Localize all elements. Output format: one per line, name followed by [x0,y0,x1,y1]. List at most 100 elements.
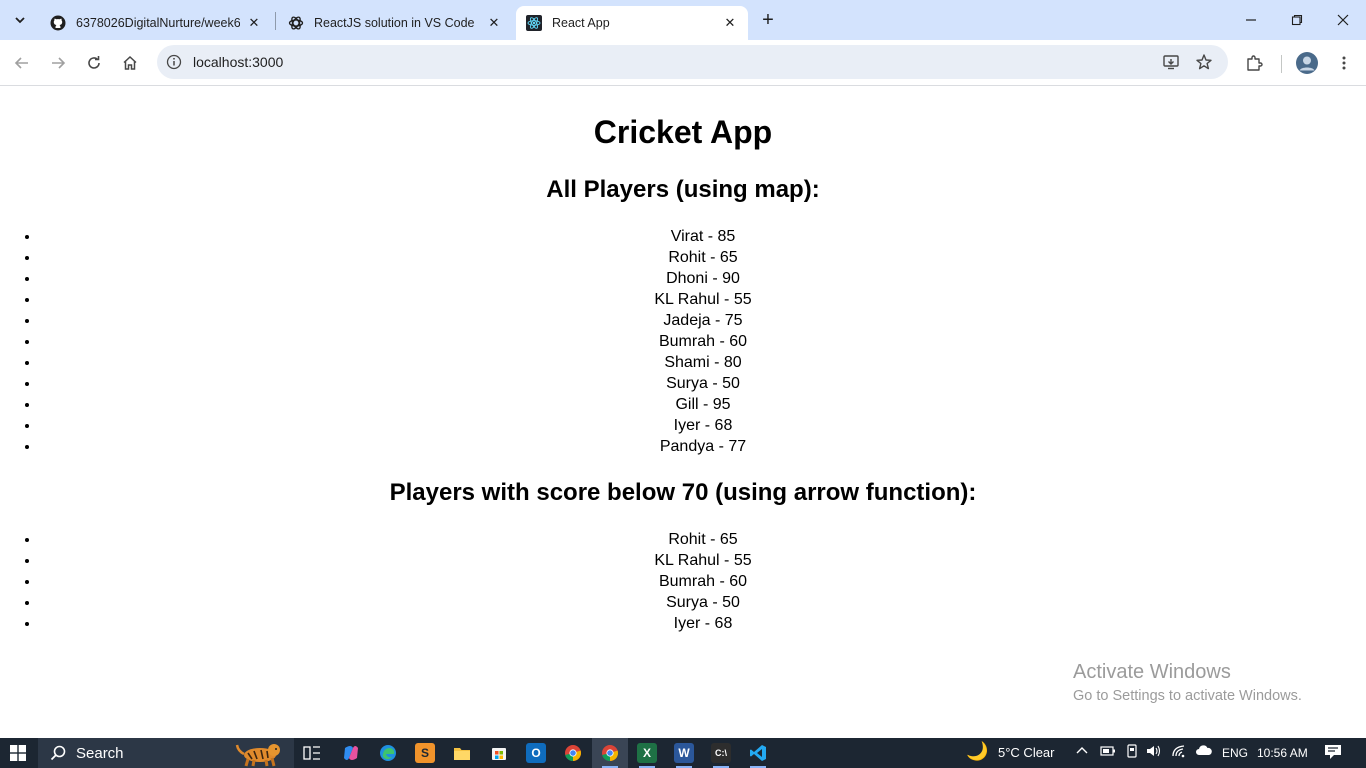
list-item: Rohit - 65 [40,247,1366,268]
windows-logo-icon [10,745,26,761]
microsoft-store-icon[interactable] [489,743,509,763]
list-item: KL Rahul - 55 [40,550,1366,571]
install-app-icon[interactable] [1161,52,1181,72]
file-explorer-icon[interactable] [452,743,472,763]
minimize-icon [1246,19,1256,21]
home-icon [123,55,137,70]
chevron-down-icon [15,17,25,24]
list-item: Bumrah - 60 [40,331,1366,352]
url-text: localhost:3000 [193,54,284,70]
chrome-icon[interactable] [563,743,583,763]
watermark-title: Activate Windows [1073,661,1231,683]
browser-menu-button[interactable] [1330,49,1358,77]
new-tab-button[interactable]: + [756,8,780,32]
all-players-heading: All Players (using map): [546,176,820,203]
tab-chatgpt[interactable]: ReactJS solution in VS Code ✕ [278,6,512,40]
close-tab-icon[interactable]: ✕ [722,15,738,31]
list-item: Gill - 95 [40,394,1366,415]
restore-button[interactable] [1274,0,1320,40]
taskbar-search[interactable]: Search [38,738,294,768]
cloud-sync-icon[interactable] [1195,744,1213,761]
windows-taskbar: Search S O X W C:\ 🌙 5°C Clear ENG 10:56… [0,738,1366,768]
arrow-left-icon [14,57,28,69]
kebab-menu-icon [1342,56,1346,70]
clock-time[interactable]: 10:56 AM [1257,746,1308,760]
list-item: Iyer - 68 [40,415,1366,436]
github-icon [50,15,66,31]
list-item: Surya - 50 [40,373,1366,394]
word-icon[interactable]: W [674,743,694,768]
close-tab-icon[interactable]: ✕ [246,15,262,31]
moon-weather-icon: 🌙 [966,741,989,761]
forward-button[interactable] [44,49,72,77]
home-button[interactable] [116,49,144,77]
tab-github[interactable]: 6378026DigitalNurture/week6R ✕ [40,6,272,40]
vscode-icon[interactable] [748,743,768,768]
tab-title: 6378026DigitalNurture/week6R [76,16,240,30]
minimize-button[interactable] [1228,0,1274,40]
reload-icon [88,56,100,69]
device-icon[interactable] [1125,744,1139,761]
page-content: Cricket App All Players (using map): Vir… [0,87,1366,738]
tab-search-button[interactable] [8,8,32,32]
react-icon [526,15,542,31]
list-item: KL Rahul - 55 [40,289,1366,310]
watermark-subtitle: Go to Settings to activate Windows. [1073,688,1302,704]
page-title: Cricket App [593,114,773,150]
list-item: Shami - 80 [40,352,1366,373]
browser-toolbar: localhost:3000 [0,40,1366,86]
extensions-button[interactable] [1240,49,1268,77]
tab-react-app[interactable]: React App ✕ [516,6,748,40]
list-item: Iyer - 68 [40,613,1366,634]
bookmark-star-icon[interactable] [1194,52,1214,72]
site-info-icon[interactable] [165,53,183,71]
task-view-icon[interactable] [302,743,322,763]
list-item: Jadeja - 75 [40,310,1366,331]
back-button[interactable] [8,49,36,77]
chevron-up-icon[interactable] [1076,744,1088,760]
plus-icon: + [762,8,774,31]
battery-icon[interactable] [1100,744,1116,760]
tab-title: ReactJS solution in VS Code [314,16,475,30]
chrome-active-icon[interactable] [600,743,620,768]
terminal-icon[interactable]: C:\ [711,743,731,768]
avatar-icon [1296,52,1318,74]
sublime-text-icon[interactable]: S [415,743,435,763]
close-window-button[interactable] [1320,0,1366,40]
excel-icon[interactable]: X [637,743,657,768]
list-item: Bumrah - 60 [40,571,1366,592]
tiger-search-highlight-icon [235,744,280,767]
tab-title: React App [552,16,610,30]
search-icon [50,745,66,761]
profile-avatar[interactable] [1293,49,1321,77]
below-70-heading: Players with score below 70 (using arrow… [389,479,977,506]
restore-icon [1291,14,1303,26]
arrow-right-icon [52,57,66,69]
all-players-list: Virat - 85 Rohit - 65 Dhoni - 90 KL Rahu… [40,226,1366,457]
notifications-icon[interactable] [1324,744,1342,763]
close-tab-icon[interactable]: ✕ [486,15,502,31]
puzzle-icon [1247,55,1263,71]
address-bar[interactable]: localhost:3000 [157,45,1228,79]
tab-strip: 6378026DigitalNurture/week6R ✕ ReactJS s… [0,0,1366,40]
volume-icon[interactable] [1146,744,1162,761]
list-item: Rohit - 65 [40,529,1366,550]
list-item: Virat - 85 [40,226,1366,247]
search-label: Search [76,744,124,762]
outlook-icon[interactable]: O [526,743,546,763]
activate-windows-watermark: Activate Windows Go to Settings to activ… [1073,660,1302,706]
close-icon [1337,14,1349,26]
wifi-icon[interactable] [1172,744,1188,761]
reload-button[interactable] [80,49,108,77]
openai-icon [288,15,304,31]
edge-icon[interactable] [378,743,398,763]
tab-separator [275,12,276,30]
language-indicator[interactable]: ENG [1222,746,1248,760]
start-button[interactable] [10,745,26,761]
list-item: Pandya - 77 [40,436,1366,457]
list-item: Surya - 50 [40,592,1366,613]
weather-text[interactable]: 5°C Clear [998,745,1055,760]
copilot-icon[interactable] [341,743,361,763]
toolbar-divider [1281,55,1282,73]
list-item: Dhoni - 90 [40,268,1366,289]
